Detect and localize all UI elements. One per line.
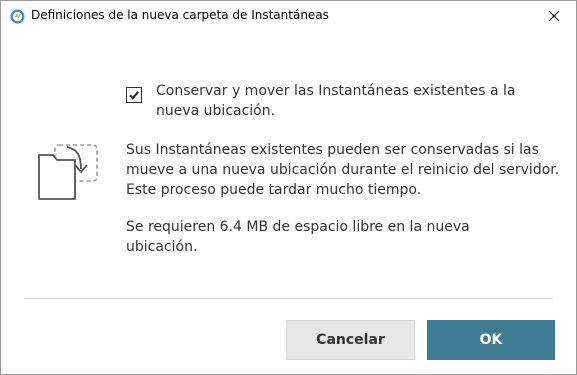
required-space-note: Se requieren 6.4 MB de espacio libre en … [126, 219, 470, 255]
preserve-snapshots-checkbox[interactable] [126, 87, 142, 103]
footer-divider [24, 298, 553, 299]
folder-move-icon [37, 141, 101, 205]
parallels-icon [10, 9, 25, 24]
cancel-button[interactable]: Cancelar [286, 320, 415, 360]
checkmark-icon [129, 91, 139, 100]
ok-button[interactable]: OK [427, 320, 555, 360]
close-icon [548, 10, 560, 22]
dialog-window: Definiciones de la nueva carpeta de Inst… [0, 0, 577, 375]
description-text: Sus Instantáneas existentes pueden ser c… [126, 142, 560, 198]
preserve-snapshots-label[interactable]: Conservar y mover las Instantáneas exist… [156, 81, 556, 121]
close-button[interactable] [532, 1, 576, 31]
title-bar: Definiciones de la nueva carpeta de Inst… [1, 1, 576, 31]
window-title: Definiciones de la nueva carpeta de Inst… [31, 8, 329, 22]
